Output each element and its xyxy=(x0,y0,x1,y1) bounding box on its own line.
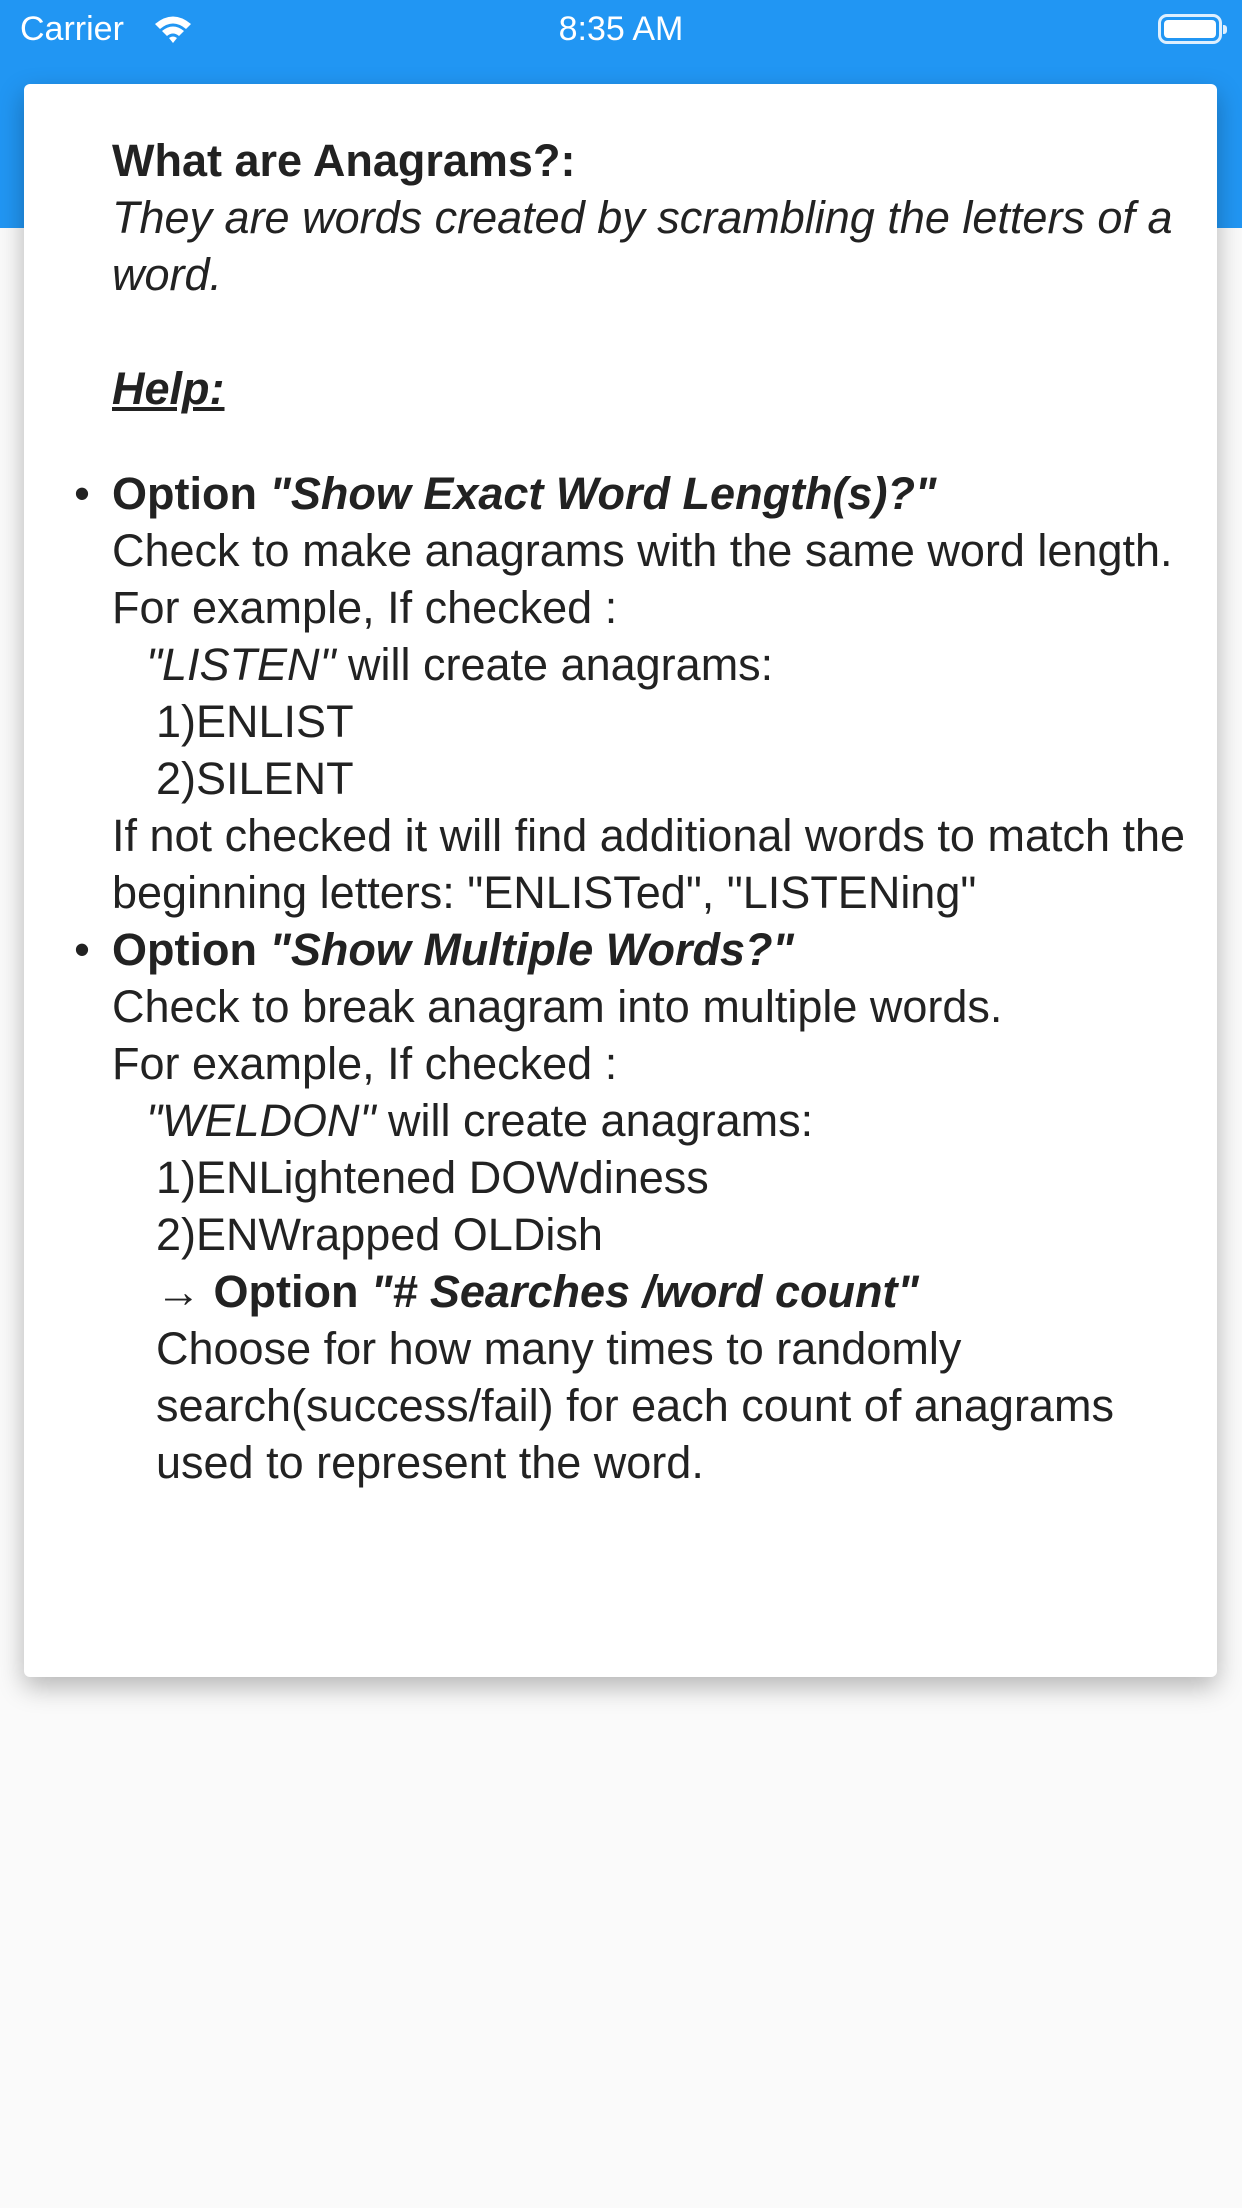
example-result: 2)ENWrapped OLDish xyxy=(156,1209,603,1260)
option-name: "Show Exact Word Length(s)?" xyxy=(269,468,937,519)
example-result: 2)SILENT xyxy=(156,753,354,804)
battery-icon xyxy=(1158,14,1227,44)
option-description: Check to make anagrams with the same wor… xyxy=(112,525,1173,576)
not-checked-note: If not checked it will find additional w… xyxy=(112,810,1186,918)
option-description: Check to break anagram into multiple wor… xyxy=(112,981,1003,1032)
option-multiple-words: • Option "Show Multiple Words?" Check to… xyxy=(74,921,1192,1491)
help-heading: Help: xyxy=(112,363,225,414)
bullet: • xyxy=(74,468,90,519)
bullet: • xyxy=(74,924,90,975)
example-intro: For example, If checked : xyxy=(112,582,618,633)
clock: 8:35 AM xyxy=(558,10,684,48)
example-intro: For example, If checked : xyxy=(112,1038,618,1089)
example-word: "LISTEN" xyxy=(146,639,336,690)
help-content: What are Anagrams?: They are words creat… xyxy=(74,132,1192,1491)
arrow-icon: → xyxy=(156,1266,201,1317)
anagram-heading: What are Anagrams?: xyxy=(112,135,576,186)
option-exact-length: • Option "Show Exact Word Length(s)?" Ch… xyxy=(74,465,1192,921)
example-result: 1)ENLIST xyxy=(156,696,354,747)
help-card: What are Anagrams?: They are words creat… xyxy=(24,84,1217,1677)
sub-option-searches: → Option "# Searches /word count" xyxy=(156,1266,919,1317)
example-result: 1)ENLightened DOWdiness xyxy=(156,1152,709,1203)
anagram-definition: They are words created by scrambling the… xyxy=(112,192,1173,300)
option-name: "# Searches /word count" xyxy=(371,1266,919,1317)
sub-option-description: Choose for how many times to randomly se… xyxy=(156,1323,1114,1488)
example-word: "WELDON" xyxy=(146,1095,376,1146)
status-bar: Carrier 8:35 AM xyxy=(0,0,1242,62)
option-name: "Show Multiple Words?" xyxy=(269,924,794,975)
